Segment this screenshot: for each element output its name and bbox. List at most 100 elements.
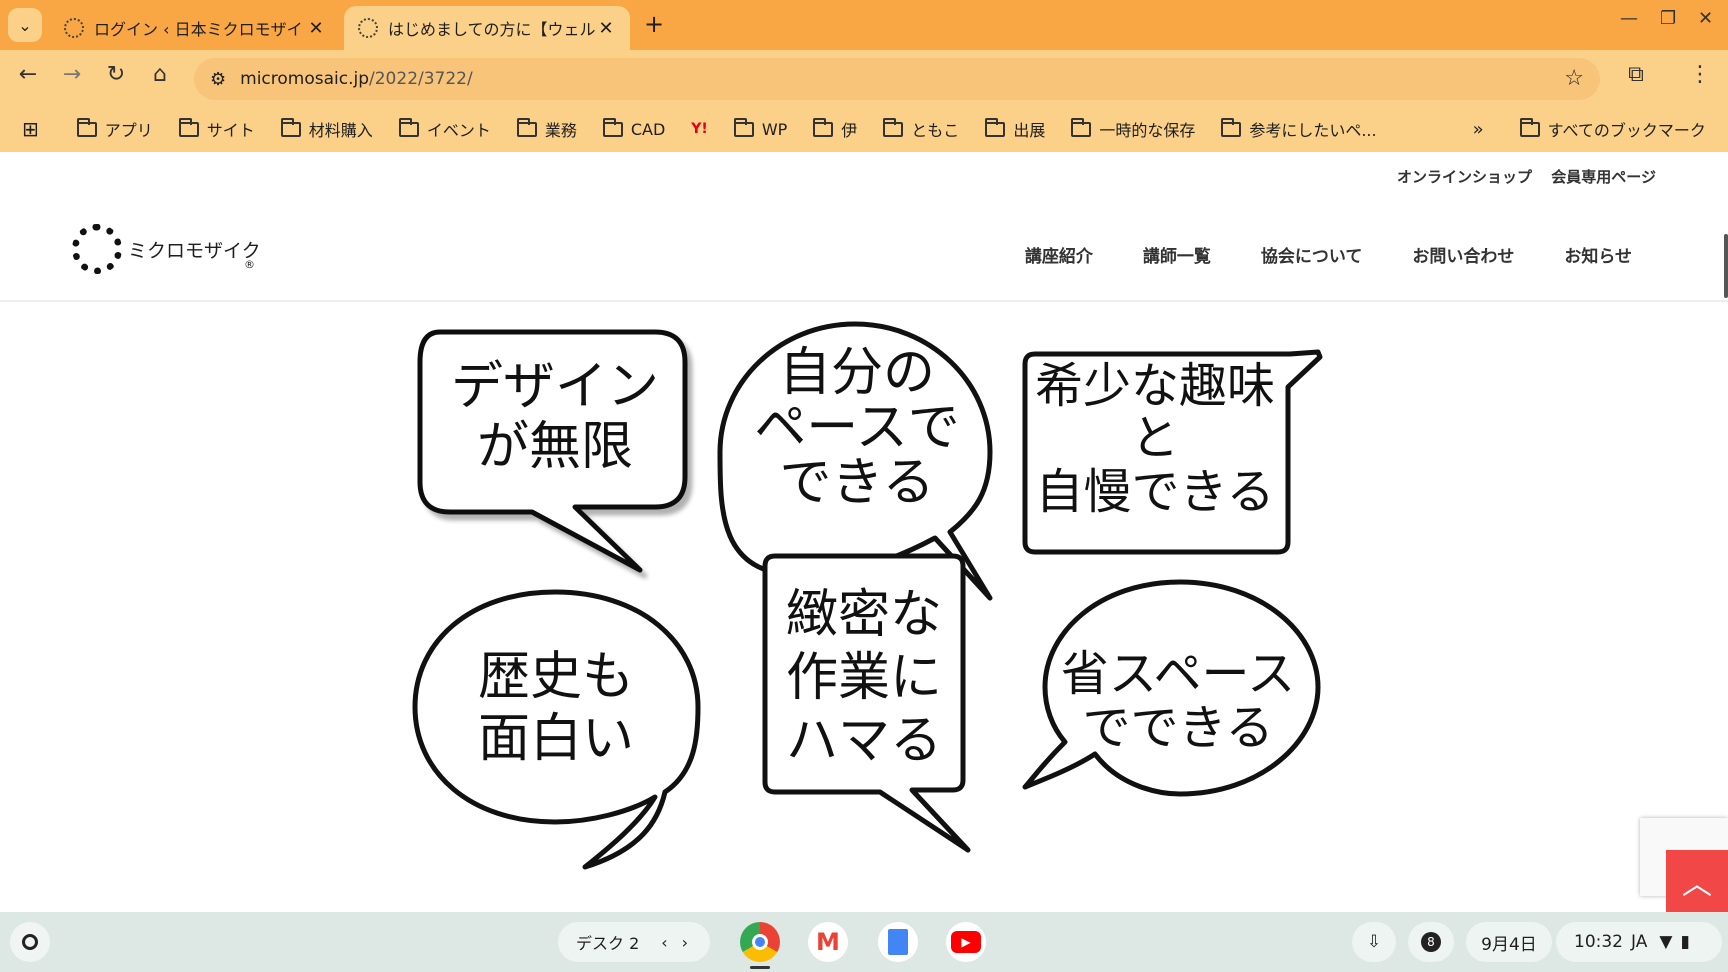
main-content: デザイン が無限 自分の ペースで できる 希少な趣味 と 自慢できる 歴史も … <box>0 302 1728 912</box>
bookmark-folder[interactable]: 業務 <box>516 117 577 141</box>
nav-about[interactable]: 協会について <box>1261 242 1363 267</box>
download-tray-icon: ⇩ <box>1366 932 1382 952</box>
online-shop-link[interactable]: オンラインショップ <box>1397 168 1532 186</box>
folder-icon <box>280 117 301 137</box>
close-icon[interactable]: ✕ <box>596 18 616 39</box>
bookmark-folder[interactable]: 参考にしたいペ... <box>1221 117 1377 141</box>
more-bookmarks-icon[interactable]: » <box>1473 119 1484 140</box>
tab-welcome[interactable]: はじめましての方に【ウェル ✕ <box>344 6 630 50</box>
site-favicon-icon <box>358 18 378 38</box>
bookmark-folder[interactable]: サイト <box>178 117 255 141</box>
nav-courses[interactable]: 講座紹介 <box>1025 242 1093 267</box>
desk-arrows-icon[interactable]: ‹› <box>661 933 702 952</box>
logo-text: ミクロモザイク <box>128 239 261 262</box>
wifi-icon: ▼ <box>1659 932 1673 952</box>
bookmark-folder[interactable]: イベント <box>398 117 491 141</box>
back-icon[interactable]: ← <box>12 62 44 87</box>
folder-icon <box>1519 117 1540 137</box>
menu-icon[interactable]: ⋮ <box>1684 62 1716 87</box>
back-to-top-button[interactable]: ︿ <box>1666 850 1728 912</box>
site-info-icon[interactable]: ⚙ <box>210 69 226 90</box>
close-window-icon[interactable]: ✕ <box>1698 8 1713 29</box>
docs-app-icon[interactable] <box>878 922 918 962</box>
bookmark-folder[interactable]: WP <box>733 117 787 139</box>
bookmark-folder[interactable]: 伊 <box>813 117 857 141</box>
folder-icon <box>76 117 97 137</box>
browser-chrome: ⌄ ログイン ‹ 日本ミクロモザイ ✕ はじめましての方に【ウェル ✕ + — … <box>0 0 1728 152</box>
bookmark-folder[interactable]: 材料購入 <box>280 117 373 141</box>
tab-search-button[interactable]: ⌄ <box>8 8 42 42</box>
bookmark-folder[interactable]: 一時的な保存 <box>1071 117 1195 141</box>
members-page-link[interactable]: 会員専用ページ <box>1551 168 1656 186</box>
restore-icon[interactable]: ❐ <box>1660 8 1676 29</box>
nav-contact[interactable]: お問い合わせ <box>1412 242 1514 267</box>
all-bookmarks-folder[interactable]: すべてのブックマーク <box>1519 117 1706 141</box>
folder-icon <box>813 117 834 137</box>
bubble-5-line-1: 緻密な <box>786 585 942 645</box>
launcher-button[interactable] <box>10 922 50 962</box>
address-bar[interactable]: ⚙ micromosaic.jp/2022/3722/ ☆ <box>194 58 1600 100</box>
ime-indicator: JA <box>1631 932 1648 952</box>
bubble-6-line-2: でできる <box>1082 700 1273 756</box>
bookmarks-bar: ⊞ アプリ サイト 材料購入 イベント 業務 CAD Y! WP 伊 ともこ 出… <box>0 106 1728 152</box>
status-tray[interactable]: 10:32 JA ▼ ▮ <box>1556 922 1722 962</box>
folder-icon <box>733 117 754 137</box>
folder-icon <box>178 117 199 137</box>
os-shelf: デスク 2 ‹› M ▶ ⇩ 8 9月4日 10:32 JA ▼ ▮ <box>0 912 1728 972</box>
folder-icon <box>516 117 537 137</box>
tab-login[interactable]: ログイン ‹ 日本ミクロモザイ ✕ <box>50 6 340 50</box>
apps-grid-icon[interactable]: ⊞ <box>22 117 39 141</box>
minimize-icon[interactable]: — <box>1620 8 1638 29</box>
launcher-icon <box>22 934 38 950</box>
bookmark-folder[interactable]: 出展 <box>985 117 1045 141</box>
chrome-app-icon[interactable] <box>740 922 780 962</box>
folder-icon <box>883 117 904 137</box>
desk-switcher[interactable]: デスク 2 ‹› <box>558 922 710 962</box>
bubble-2-line-3: できる <box>780 453 935 513</box>
date-text: 9月4日 <box>1481 934 1537 955</box>
close-icon[interactable]: ✕ <box>306 18 326 39</box>
folder-icon <box>1071 117 1092 137</box>
bubble-5-line-3: ハマる <box>786 711 942 771</box>
nav-instructors[interactable]: 講師一覧 <box>1143 242 1211 267</box>
bookmark-folder[interactable]: CAD <box>602 117 665 139</box>
youtube-app-icon[interactable]: ▶ <box>946 922 986 962</box>
notifications-button[interactable]: 8 <box>1408 922 1454 962</box>
reload-icon[interactable]: ↻ <box>100 62 132 87</box>
date-display[interactable]: 9月4日 <box>1466 922 1552 962</box>
gmail-app-icon[interactable]: M <box>808 922 848 962</box>
forward-icon[interactable]: → <box>56 62 88 87</box>
tab-strip: ⌄ ログイン ‹ 日本ミクロモザイ ✕ はじめましての方に【ウェル ✕ + — … <box>0 0 1728 50</box>
bubble-2-line-2: ペースで <box>754 398 959 458</box>
yahoo-bookmark-icon[interactable]: Y! <box>691 121 708 137</box>
desk-label: デスク 2 <box>576 934 640 953</box>
page-scrollbar[interactable] <box>1724 234 1728 298</box>
speech-bubbles-illustration: デザイン が無限 自分の ペースで できる 希少な趣味 と 自慢できる 歴史も … <box>412 321 1323 870</box>
folder-icon <box>398 117 419 137</box>
nav-news[interactable]: お知らせ <box>1564 242 1632 267</box>
bubble-4-line-2: 面白い <box>478 709 634 769</box>
extensions-icon[interactable]: ⧉ <box>1620 62 1652 87</box>
mosaic-wreath-icon <box>72 224 122 274</box>
bookmark-folder[interactable]: ともこ <box>883 117 959 141</box>
bubble-2-line-1: 自分の <box>779 343 935 403</box>
bubble-3-line-3: 自慢できる <box>1035 464 1274 520</box>
bookmark-star-icon[interactable]: ☆ <box>1564 66 1584 91</box>
folder-icon <box>1221 117 1242 137</box>
bubble-3-line-2: と <box>1131 410 1179 466</box>
bubble-3-line-1: 希少な趣味 <box>1035 358 1275 414</box>
bubble-5-line-2: 作業に <box>786 648 942 708</box>
utility-links: オンラインショップ 会員専用ページ <box>1383 166 1656 187</box>
holding-space-button[interactable]: ⇩ <box>1352 922 1396 962</box>
site-header: オンラインショップ 会員専用ページ ミクロモザイク ® 講座紹介 講師一覧 協会… <box>0 152 1728 302</box>
clock-text: 10:32 <box>1574 932 1623 952</box>
folder-icon <box>985 117 1006 137</box>
new-tab-button[interactable]: + <box>644 10 664 38</box>
site-favicon-icon <box>64 18 84 38</box>
url-text: micromosaic.jp/2022/3722/ <box>240 69 473 89</box>
bookmark-folder[interactable]: アプリ <box>76 117 153 141</box>
browser-toolbar: ← → ↻ ⌂ ⚙ micromosaic.jp/2022/3722/ ☆ ⧉ … <box>0 50 1728 106</box>
site-logo[interactable]: ミクロモザイク ® <box>72 224 261 274</box>
home-icon[interactable]: ⌂ <box>144 62 176 87</box>
chevron-up-icon: ︿ <box>1682 867 1712 902</box>
